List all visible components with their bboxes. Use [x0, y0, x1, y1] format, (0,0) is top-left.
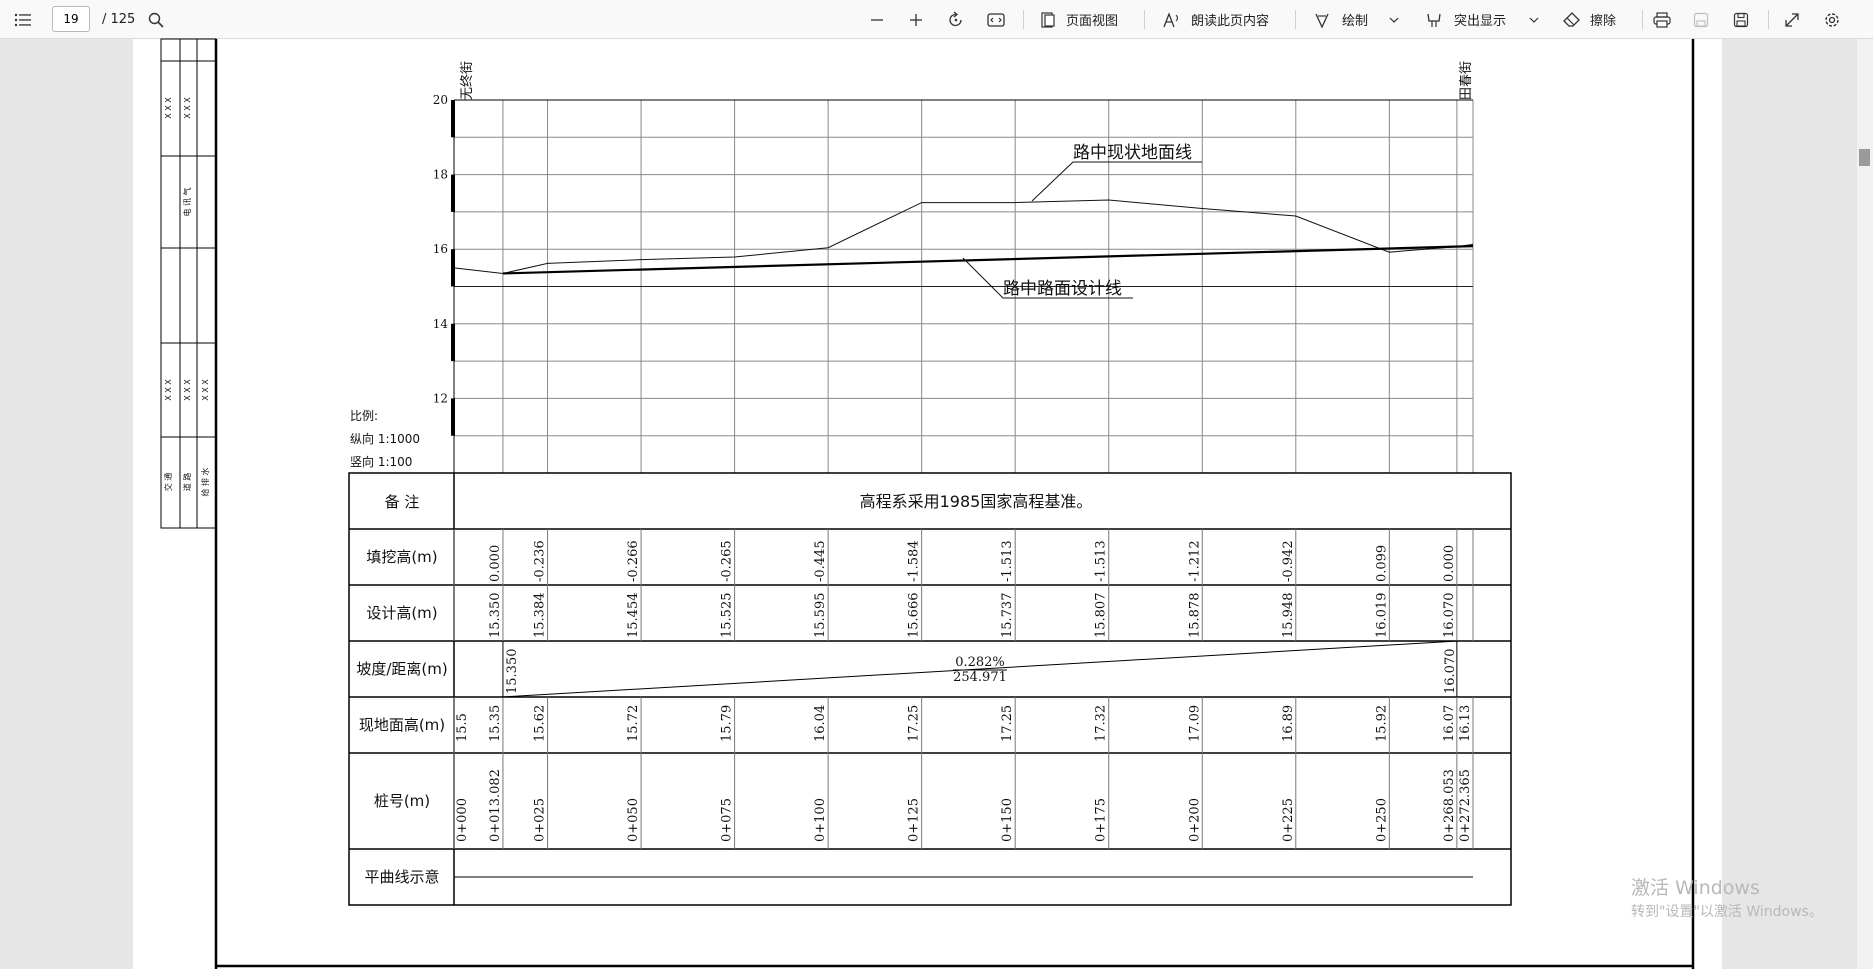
fill-value: -1.513 [1000, 540, 1015, 582]
ground-value: 17.25 [1000, 705, 1015, 742]
ground-line [453, 199, 1474, 274]
block-text-4: X X X [164, 379, 173, 401]
axis-segment [451, 323, 455, 362]
station-label: 0+000 [455, 798, 470, 842]
design-line-label: 路中路面设计线 [1003, 279, 1122, 299]
ground-value: 16.07 [1442, 705, 1457, 742]
ground-value: 16.89 [1281, 705, 1296, 742]
fill-value: -0.265 [720, 540, 735, 582]
design-value: 15.737 [1000, 593, 1015, 639]
y-tick-label: 16 [433, 242, 448, 256]
block-text-7: 交 通 [163, 473, 173, 492]
design-value: 15.384 [533, 593, 548, 639]
slope-start: 15.350 [505, 649, 520, 695]
station-label: 0+013.082 [488, 769, 503, 842]
slope-grade: 0.282% [955, 655, 1005, 670]
row-label-fill: 填挖高(m) [366, 548, 437, 566]
fill-value: 0.000 [488, 545, 503, 582]
fill-value: -0.266 [626, 540, 641, 582]
scale-vertical: 竖向 1:100 [350, 454, 412, 469]
design-value: 16.070 [1442, 593, 1457, 639]
design-value: 15.878 [1187, 593, 1202, 639]
activation-watermark: 激活 Windows [1631, 877, 1760, 899]
ground-value: 16.04 [813, 705, 828, 742]
scale-title: 比例: [350, 409, 378, 423]
axis-segment [451, 398, 455, 436]
scrollbar-thumb[interactable] [1859, 149, 1870, 166]
block-text-9: 给 排 水 [200, 467, 210, 496]
fill-value: -0.236 [533, 540, 548, 582]
block-text-2: X X X [183, 97, 192, 119]
station-label: 0+100 [813, 798, 828, 842]
slope-length: 254.971 [953, 670, 1007, 685]
block-text-3: 电 讯 气 [182, 187, 192, 216]
note-text: 高程系采用1985国家高程基准。 [860, 492, 1093, 511]
ground-value: 17.25 [907, 705, 922, 742]
row-label-design: 设计高(m) [366, 604, 437, 622]
station-label: 0+175 [1094, 798, 1109, 842]
ground-value: 15.79 [720, 705, 735, 742]
y-tick-label: 20 [433, 93, 448, 107]
station-label: 0+268.053 [1442, 769, 1457, 842]
ground-value: 15.92 [1374, 705, 1389, 742]
block-text-6: X X X [201, 379, 210, 401]
axis-segment [451, 174, 455, 212]
station-label: 0+200 [1187, 798, 1202, 842]
station-label: 0+250 [1374, 798, 1389, 842]
ground-value: 15.62 [533, 705, 548, 742]
station-label: 0+025 [533, 798, 548, 842]
profile-drawing: X X X X X X 电 讯 气 X X X X X X X X X 交 通 … [160, 38, 1695, 969]
fill-value: -0.445 [813, 540, 828, 582]
street-left: 无终街 [459, 61, 475, 100]
ground-value: 17.32 [1094, 705, 1109, 742]
design-value: 15.595 [813, 593, 828, 639]
y-tick-label: 14 [433, 317, 449, 331]
slope-end: 16.070 [1443, 649, 1458, 695]
station-label: 0+150 [1000, 798, 1015, 842]
row-label-ground: 现地面高(m) [359, 716, 445, 734]
block-text-8: 道 路 [182, 473, 192, 492]
fill-value: -1.584 [907, 540, 922, 582]
ground-value: 15.35 [488, 705, 503, 742]
fill-value: 0.099 [1374, 545, 1389, 582]
ground-line-label: 路中现状地面线 [1073, 143, 1192, 163]
y-tick-label: 18 [433, 168, 448, 182]
data-table [348, 472, 1512, 906]
design-value: 15.454 [626, 593, 641, 639]
design-value: 15.807 [1094, 593, 1109, 639]
design-value: 15.525 [720, 593, 735, 639]
block-text-5: X X X [183, 379, 192, 401]
row-label-station: 桩号(m) [374, 792, 430, 810]
station-label: 0+272.365 [1458, 769, 1473, 842]
vertical-scrollbar[interactable] [1857, 39, 1873, 969]
design-value: 15.350 [488, 593, 503, 639]
design-value: 15.666 [907, 593, 922, 639]
fill-value: -0.942 [1281, 540, 1296, 582]
note-label: 备 注 [385, 493, 420, 511]
fill-value: -1.513 [1094, 540, 1109, 582]
station-label: 0+125 [907, 798, 922, 842]
scale-horizontal: 纵向 1:1000 [350, 431, 420, 446]
design-value: 15.948 [1281, 593, 1296, 639]
fill-value: -1.212 [1187, 540, 1202, 582]
ground-value: 15.72 [626, 705, 641, 742]
station-label: 0+075 [720, 798, 735, 842]
row-label-curve: 平曲线示意 [364, 868, 439, 886]
ground-value: 17.09 [1187, 705, 1202, 742]
street-right: 田春街 [1459, 61, 1474, 100]
station-label: 0+225 [1281, 798, 1296, 842]
fill-value: 0.000 [1442, 545, 1457, 582]
design-value: 16.019 [1374, 593, 1389, 639]
ground-value: 16.13 [1458, 705, 1473, 742]
activation-watermark-hint: 转到"设置"以激活 Windows。 [1631, 904, 1823, 920]
y-tick-label: 12 [433, 391, 448, 405]
row-label-slope: 坡度/距离(m) [356, 660, 447, 678]
ground-value: 15.5 [455, 713, 470, 742]
axis-segment [451, 100, 455, 138]
block-text-1: X X X [164, 97, 173, 119]
station-label: 0+050 [626, 798, 641, 842]
